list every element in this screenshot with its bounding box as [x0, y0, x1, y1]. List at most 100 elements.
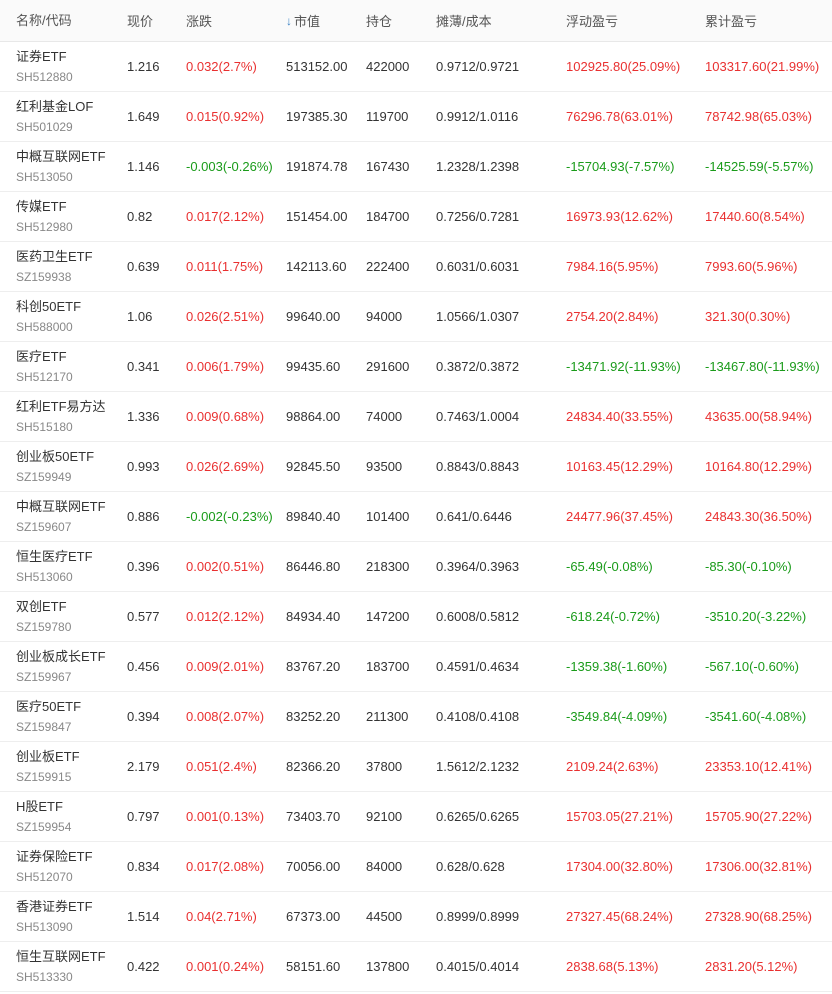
change-value: 0.017(2.12%) [186, 209, 265, 224]
position-value: 291600 [366, 359, 410, 374]
cumulative-pnl-value: 78742.98(65.03%) [705, 109, 812, 124]
market-value: 99435.60 [286, 359, 341, 374]
fund-name[interactable]: H股ETF [16, 798, 63, 816]
fund-name[interactable]: 创业板成长ETF [16, 648, 106, 666]
position-value: 93500 [366, 459, 403, 474]
floating-pnl-value: 24477.96(37.45%) [566, 509, 673, 524]
price-value: 0.639 [127, 259, 160, 274]
fund-name-code[interactable]: 香港证券ETF SH513090 [16, 892, 126, 941]
fund-name[interactable]: 证券保险ETF [16, 848, 93, 866]
price-value: 1.216 [127, 59, 160, 74]
cumulative-pnl-value: -13467.80(-11.93%) [705, 359, 820, 374]
fund-name-code[interactable]: 科创50ETF SH588000 [16, 292, 126, 341]
col-header-cost[interactable]: 摊薄/成本 [436, 0, 566, 41]
fund-name[interactable]: 双创ETF [16, 598, 67, 616]
table-row[interactable]: 创业板ETF SZ159915 2.179 0.051(2.4%) 82366.20 37… [0, 742, 832, 792]
fund-code: SH501029 [16, 119, 73, 134]
table-row[interactable]: 创业板50ETF SZ159949 0.993 0.026(2.69%) 92845.5… [0, 442, 832, 492]
fund-name-code[interactable]: 恒生医疗ETF SH513060 [16, 542, 126, 591]
col-header-market-value[interactable]: ↓ 市值 [286, 0, 366, 41]
table-row[interactable]: 医药卫生ETF SZ159938 0.639 0.011(1.75%) 142113.6… [0, 242, 832, 292]
fund-name-code[interactable]: 创业板50ETF SZ159949 [16, 442, 126, 491]
table-row[interactable]: 创业板成长ETF SZ159967 0.456 0.009(2.01%) 83767.2… [0, 642, 832, 692]
change-value: 0.051(2.4%) [186, 759, 257, 774]
fund-name[interactable]: 医疗ETF [16, 348, 67, 366]
fund-name-code[interactable]: 双创ETF SZ159780 [16, 592, 126, 641]
fund-name[interactable]: 科创50ETF [16, 298, 81, 316]
fund-name-code[interactable]: 医疗50ETF SZ159847 [16, 692, 126, 741]
price-value: 0.396 [127, 559, 160, 574]
position-value: 101400 [366, 509, 410, 524]
fund-name[interactable]: 红利ETF易方达 [16, 398, 106, 416]
fund-name-code[interactable]: 证券保险ETF SH512070 [16, 842, 126, 891]
market-value: 58151.60 [286, 959, 341, 974]
price-value: 0.886 [127, 509, 160, 524]
market-value: 73403.70 [286, 809, 341, 824]
table-row[interactable]: 双创ETF SZ159780 0.577 0.012(2.12%) 84934.40 14… [0, 592, 832, 642]
change-value: 0.04(2.71%) [186, 909, 257, 924]
table-row[interactable]: H股ETF SZ159954 0.797 0.001(0.13%) 73403.70 92… [0, 792, 832, 842]
fund-name-code[interactable]: 创业板ETF SZ159915 [16, 742, 126, 791]
change-value: 0.026(2.51%) [186, 309, 265, 324]
table-row[interactable]: 恒生医疗ETF SH513060 0.396 0.002(0.51%) 86446.80… [0, 542, 832, 592]
fund-name-code[interactable]: 恒生互联网ETF SH513330 [16, 942, 126, 991]
fund-name[interactable]: 中概互联网ETF [16, 148, 106, 166]
position-value: 92100 [366, 809, 403, 824]
col-header-price[interactable]: 现价 [127, 0, 185, 41]
table-row[interactable]: 证券保险ETF SH512070 0.834 0.017(2.08%) 70056.00… [0, 842, 832, 892]
floating-pnl-value: 10163.45(12.29%) [566, 459, 673, 474]
table-row[interactable]: 传媒ETF SH512980 0.82 0.017(2.12%) 151454.00 18… [0, 192, 832, 242]
fund-name[interactable]: 医药卫生ETF [16, 248, 93, 266]
table-row[interactable]: 医疗50ETF SZ159847 0.394 0.008(2.07%) 83252.20… [0, 692, 832, 742]
fund-name-code[interactable]: 红利ETF易方达 SH515180 [16, 392, 126, 441]
fund-name-code[interactable]: 红利基金LOF SH501029 [16, 92, 126, 141]
table-row[interactable]: 红利ETF易方达 SH515180 1.336 0.009(0.68%) 98864.0… [0, 392, 832, 442]
fund-name-code[interactable]: 医药卫生ETF SZ159938 [16, 242, 126, 291]
fund-name-code[interactable]: 中概互联网ETF SZ159607 [16, 492, 126, 541]
table-row[interactable]: 科创50ETF SH588000 1.06 0.026(2.51%) 99640.00 9… [0, 292, 832, 342]
col-header-floating-pnl[interactable]: 浮动盈亏 [566, 0, 706, 41]
table-row[interactable]: 证券ETF SH512880 1.216 0.032(2.7%) 513152.00 42… [0, 42, 832, 92]
table-row[interactable]: 红利基金LOF SH501029 1.649 0.015(0.92%) 197385.3… [0, 92, 832, 142]
price-value: 0.422 [127, 959, 160, 974]
table-row[interactable]: 恒生互联网ETF SH513330 0.422 0.001(0.24%) 58151.6… [0, 942, 832, 992]
change-value: 0.032(2.7%) [186, 59, 257, 74]
table-row[interactable]: 医疗ETF SH512170 0.341 0.006(1.79%) 99435.60 29… [0, 342, 832, 392]
fund-name-code[interactable]: 证券ETF SH512880 [16, 42, 126, 91]
fund-name[interactable]: 医疗50ETF [16, 698, 81, 716]
cost-value: 1.2328/1.2398 [436, 159, 520, 174]
floating-pnl-value: -3549.84(-4.09%) [566, 709, 668, 724]
fund-name[interactable]: 创业板ETF [16, 748, 80, 766]
fund-name-code[interactable]: 传媒ETF SH512980 [16, 192, 126, 241]
fund-name[interactable]: 恒生互联网ETF [16, 948, 106, 966]
fund-name[interactable]: 证券ETF [16, 48, 67, 66]
fund-name[interactable]: 恒生医疗ETF [16, 548, 93, 566]
position-value: 211300 [366, 709, 409, 724]
fund-name[interactable]: 创业板50ETF [16, 448, 94, 466]
position-value: 84000 [366, 859, 403, 874]
table-row[interactable]: 香港证券ETF SH513090 1.514 0.04(2.71%) 67373.00 4… [0, 892, 832, 942]
market-value: 142113.60 [286, 259, 347, 274]
fund-name-code[interactable]: H股ETF SZ159954 [16, 792, 126, 841]
fund-name[interactable]: 中概互联网ETF [16, 498, 106, 516]
fund-name-code[interactable]: 创业板成长ETF SZ159967 [16, 642, 126, 691]
fund-code: SZ159938 [16, 269, 72, 284]
col-header-name-code[interactable]: 名称/代码 [16, 0, 126, 41]
fund-code: SZ159780 [16, 619, 72, 634]
cumulative-pnl-value: -3510.20(-3.22%) [705, 609, 807, 624]
fund-name[interactable]: 红利基金LOF [16, 98, 93, 116]
col-header-cumulative-pnl[interactable]: 累计盈亏 [705, 0, 832, 41]
table-row[interactable]: 中概互联网ETF SH513050 1.146 -0.003(-0.26%) 19187… [0, 142, 832, 192]
position-value: 183700 [366, 659, 410, 674]
price-value: 0.797 [127, 809, 160, 824]
position-value: 147200 [366, 609, 410, 624]
market-value: 83252.20 [286, 709, 341, 724]
table-row[interactable]: 中概互联网ETF SZ159607 0.886 -0.002(-0.23%) 89840… [0, 492, 832, 542]
fund-name[interactable]: 香港证券ETF [16, 898, 93, 916]
fund-name[interactable]: 传媒ETF [16, 198, 67, 216]
col-header-change[interactable]: 涨跌 [186, 0, 286, 41]
fund-name-code[interactable]: 中概互联网ETF SH513050 [16, 142, 126, 191]
market-value: 197385.30 [286, 109, 348, 124]
col-header-position[interactable]: 持仓 [366, 0, 436, 41]
fund-name-code[interactable]: 医疗ETF SH512170 [16, 342, 126, 391]
